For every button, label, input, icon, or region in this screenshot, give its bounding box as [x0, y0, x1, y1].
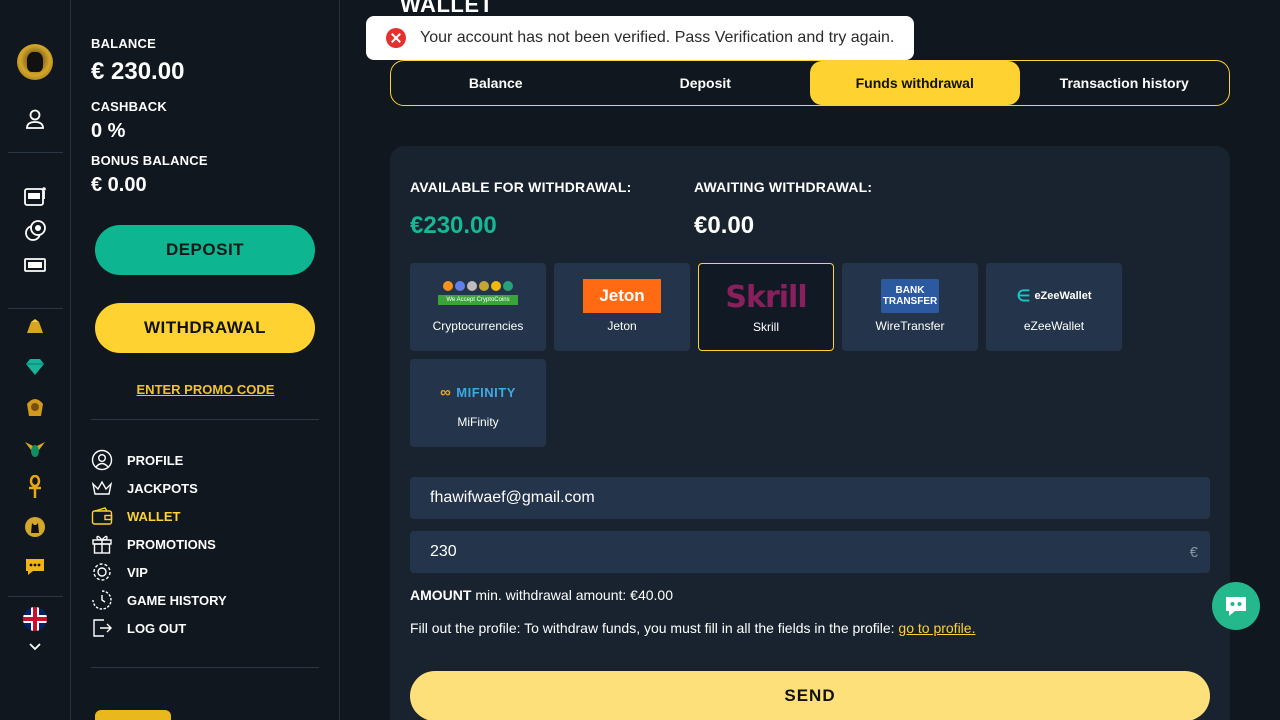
menu-item-label: WALLET	[127, 508, 181, 524]
available-value: €230.00	[410, 212, 497, 239]
language-flag-icon[interactable]	[22, 606, 48, 632]
withdrawal-card: AVAILABLE FOR WITHDRAWAL: €230.00 AWAITI…	[390, 146, 1230, 720]
email-field[interactable]: fhawifwaef@gmail.com	[410, 477, 1210, 519]
gold-icon[interactable]	[22, 314, 48, 340]
menu-item-profile[interactable]: PROFILE	[91, 449, 183, 471]
method-jeton[interactable]: Jeton Jeton	[554, 263, 690, 351]
amount-input[interactable]: 230 €	[410, 531, 1210, 573]
icon-rail	[0, 0, 71, 720]
method-name: Skrill	[753, 320, 779, 334]
profile-note: Fill out the profile: To withdraw funds,…	[410, 620, 975, 636]
slots-icon[interactable]	[22, 182, 48, 208]
method-cryptocurrencies[interactable]: We Accept CryptoCoins Cryptocurrencies	[410, 263, 546, 351]
amount-min-text: min. withdrawal amount: €40.00	[471, 587, 673, 603]
menu-item-label: VIP	[127, 564, 148, 580]
support-chat-button[interactable]	[1212, 582, 1260, 630]
amount-label: AMOUNT	[410, 587, 472, 603]
awaiting-label: AWAITING WITHDRAWAL:	[694, 179, 873, 195]
tab-funds-withdrawal[interactable]: Funds withdrawal	[810, 61, 1020, 105]
tab-balance[interactable]: Balance	[391, 61, 601, 105]
amount-value: 230	[430, 543, 457, 560]
method-name: Jeton	[607, 319, 637, 333]
menu-item-jackpots[interactable]: JACKPOTS	[91, 477, 198, 499]
menu-item-game-history[interactable]: GAME HISTORY	[91, 589, 227, 611]
jeton-logo: Jeton	[583, 279, 661, 313]
tab-transaction-history[interactable]: Transaction history	[1020, 61, 1230, 105]
balance-label: BALANCE	[91, 36, 156, 51]
method-wiretransfer[interactable]: BANK TRANSFER WireTransfer	[842, 263, 978, 351]
cashback-value: 0 %	[91, 120, 126, 142]
chat-bot-icon	[1226, 597, 1246, 616]
go-to-profile-link[interactable]: go to profile.	[898, 620, 975, 636]
withdrawal-button[interactable]: WITHDRAWAL	[95, 303, 315, 353]
email-value: fhawifwaef@gmail.com	[430, 489, 595, 506]
history-icon	[91, 589, 113, 611]
amount-hint: AMOUNT min. withdrawal amount: €40.00	[410, 587, 673, 603]
menu-item-label: PROFILE	[127, 452, 184, 468]
bonus-balance-label: BONUS BALANCE	[91, 153, 208, 168]
chat-bubble-icon[interactable]	[22, 554, 48, 580]
promo-code-link[interactable]: ENTER PROMO CODE	[71, 382, 340, 397]
menu-item-vip[interactable]: VIP	[91, 561, 148, 583]
user-circle-icon	[91, 449, 113, 471]
method-name: WireTransfer	[875, 319, 945, 333]
crown-icon	[91, 477, 113, 499]
brand-logo[interactable]	[17, 44, 53, 80]
method-name: eZeeWallet	[1023, 319, 1085, 333]
menu-item-wallet[interactable]: WALLET	[91, 505, 180, 527]
menu-item-logout[interactable]: LOG OUT	[91, 617, 186, 639]
crypto-logo: We Accept CryptoCoins	[438, 279, 518, 313]
cashback-label: CASHBACK	[91, 99, 167, 114]
divider	[91, 419, 319, 420]
live-casino-icon[interactable]	[22, 252, 48, 278]
tab-deposit[interactable]: Deposit	[601, 61, 811, 105]
account-panel: BALANCE € 230.00 CASHBACK 0 % BONUS BALA…	[71, 0, 340, 720]
chevron-down-icon[interactable]	[22, 634, 48, 660]
bonus-balance-value: € 0.00	[91, 174, 147, 196]
gem-icon[interactable]	[22, 354, 48, 380]
mifinity-logo: ∞ MIFINITY	[440, 383, 516, 401]
menu-item-label: GAME HISTORY	[127, 592, 227, 608]
toast-message: Your account has not been verified. Pass…	[420, 29, 895, 46]
ankh-icon[interactable]	[22, 474, 48, 500]
skrill-logo: Skrill	[725, 279, 807, 315]
currency-symbol: €	[1189, 543, 1198, 561]
awaiting-value: €0.00	[694, 212, 755, 239]
error-toast: Your account has not been verified. Pass…	[366, 16, 914, 60]
method-ezeewallet[interactable]: ∈ eZeeWallet eZeeWallet	[986, 263, 1122, 351]
available-label: AVAILABLE FOR WITHDRAWAL:	[410, 179, 632, 195]
send-button[interactable]: SEND	[410, 671, 1210, 720]
menu-item-label: JACKPOTS	[127, 480, 198, 496]
wallet-icon	[91, 505, 113, 527]
menu-item-label: PROMOTIONS	[127, 536, 216, 552]
cat-coin-icon[interactable]	[22, 514, 48, 540]
ezeewallet-logo: ∈ eZeeWallet	[1016, 288, 1092, 305]
gift-icon	[91, 533, 113, 555]
menu-item-promotions[interactable]: PROMOTIONS	[91, 533, 216, 555]
vip-wreath-icon	[91, 561, 113, 583]
deposit-button[interactable]: DEPOSIT	[95, 225, 315, 275]
scarab-icon[interactable]	[22, 434, 48, 460]
wallet-tabs: Balance Deposit Funds withdrawal Transac…	[390, 60, 1230, 106]
method-skrill[interactable]: Skrill Skrill	[698, 263, 834, 351]
chips-icon[interactable]	[22, 218, 48, 244]
method-name: MiFinity	[457, 415, 499, 429]
pharaoh-icon[interactable]	[22, 394, 48, 420]
note-text: Fill out the profile: To withdraw funds,…	[410, 620, 899, 636]
bank-transfer-logo: BANK TRANSFER	[881, 279, 939, 313]
divider	[91, 667, 319, 668]
method-mifinity[interactable]: ∞ MIFINITY MiFinity	[410, 359, 546, 447]
gold-bars-image	[95, 710, 171, 720]
menu-item-label: LOG OUT	[127, 620, 187, 636]
method-name: Cryptocurrencies	[432, 319, 524, 333]
user-icon[interactable]	[22, 106, 48, 132]
balance-value: € 230.00	[91, 58, 185, 85]
error-icon	[386, 28, 406, 48]
logout-icon	[91, 617, 113, 639]
